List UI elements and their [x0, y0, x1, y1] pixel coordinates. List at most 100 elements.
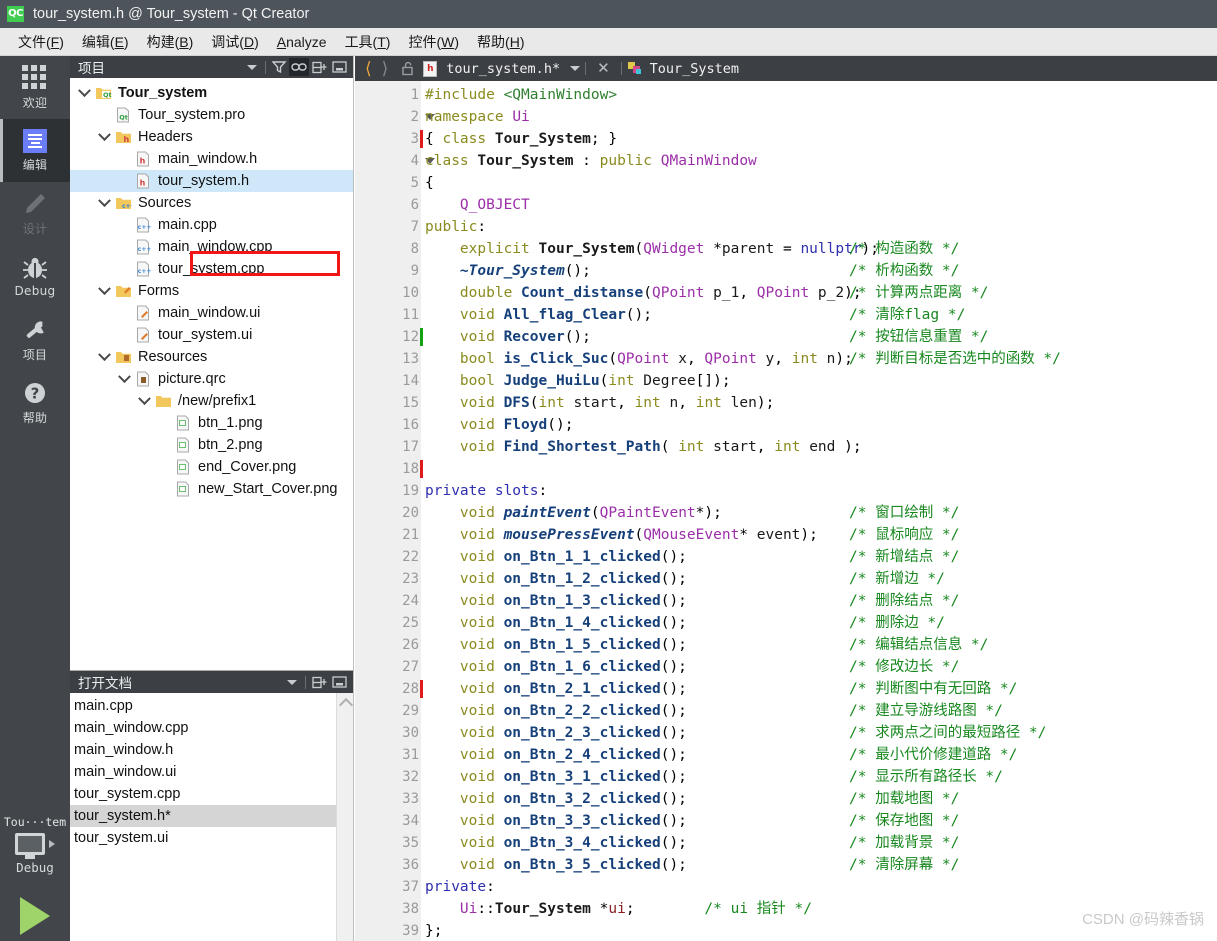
link-icon — [291, 63, 307, 71]
line-number-text: 6 — [410, 197, 419, 213]
tree-item-icon-wrap — [172, 481, 194, 497]
code-line: void on_Btn_2_3_clicked(); — [459, 725, 687, 741]
open-document-item[interactable]: tour_system.cpp — [70, 783, 353, 805]
line-number: 1 — [355, 84, 421, 106]
line-number-text: 5 — [410, 175, 419, 191]
tree-item-main-window-ui[interactable]: main_window.ui — [70, 302, 353, 324]
expander-chevron-down-icon[interactable] — [96, 193, 112, 208]
open-document-item[interactable]: tour_system.ui — [70, 827, 353, 849]
h-file-icon: h — [136, 173, 149, 189]
mode-button-edit[interactable]: 编辑 — [0, 119, 70, 182]
split-icon — [311, 676, 326, 688]
tree-item-main-cpp[interactable]: c++ main.cpp — [70, 214, 353, 236]
tree-item-main-window-cpp[interactable]: c++ main_window.cpp — [70, 236, 353, 258]
expander-chevron-down-icon[interactable] — [76, 83, 92, 98]
tree-item-btn-1-png[interactable]: btn_1.png — [70, 412, 353, 434]
tree-item-label: tour_system.cpp — [158, 261, 265, 277]
line-number-text: 20 — [402, 505, 419, 521]
line-number-text: 14 — [402, 373, 419, 389]
line-number-text: 22 — [402, 549, 419, 565]
project-panel-header: 项目 — [70, 56, 353, 78]
chevron-left-icon[interactable]: ⟨ — [361, 60, 376, 77]
open-document-item[interactable]: main_window.h — [70, 739, 353, 761]
menu-item-3[interactable]: 调试(D) — [202, 30, 267, 54]
open-document-item[interactable]: tour_system.h* — [70, 805, 353, 827]
open-documents-list[interactable]: main.cpp main_window.cpp main_window.h main… — [70, 693, 353, 941]
expander-chevron-down-icon[interactable] — [96, 127, 112, 142]
tree-item--new-prefix1[interactable]: /new/prefix1 — [70, 390, 353, 412]
mode-button-debug[interactable]: Debug — [0, 245, 70, 308]
tree-item-picture-qrc[interactable]: picture.qrc — [70, 368, 353, 390]
filter-icon — [271, 61, 287, 74]
code-area[interactable]: 1 2 3 4 5 6 7 8 9 10 11 12 13 14 15 16 17 18 19 20 21 22 23 24 2… — [355, 81, 1217, 941]
tree-item-tour-system-cpp[interactable]: c++ tour_system.cpp — [70, 258, 353, 280]
line-number: 38 — [355, 898, 421, 920]
tree-item-headers[interactable]: h Headers — [70, 126, 353, 148]
mode-button-help[interactable]: ? 帮助 — [0, 371, 70, 434]
line-number-text: 33 — [402, 791, 419, 807]
expander-chevron-down-icon[interactable] — [96, 281, 112, 296]
line-number: 7 — [355, 216, 421, 238]
dropdown-arrow[interactable] — [282, 673, 302, 691]
filter-button[interactable] — [269, 58, 289, 76]
menu-item-7[interactable]: 帮助(H) — [468, 30, 533, 54]
open-document-item[interactable]: main.cpp — [70, 695, 353, 717]
filter-dropdown-arrow[interactable] — [242, 58, 262, 76]
tree-item-tour-system-ui[interactable]: tour_system.ui — [70, 324, 353, 346]
menu-item-2[interactable]: 构建(B) — [138, 30, 203, 54]
code-comment: /* 清除屏幕 */ — [849, 857, 960, 873]
target-selector-button[interactable] — [15, 833, 55, 859]
menu-item-0[interactable]: 文件(F) — [9, 30, 73, 54]
close-icon[interactable]: ✕ — [597, 61, 610, 76]
mode-button-welcome[interactable]: 欢迎 — [0, 56, 70, 119]
expander-chevron-down-icon[interactable] — [136, 391, 152, 406]
open-documents-scrollbar[interactable] — [336, 693, 353, 941]
open-document-item[interactable]: main_window.cpp — [70, 717, 353, 739]
symbol-selector[interactable]: Tour_System — [650, 61, 739, 77]
comment-spacer — [849, 128, 1061, 150]
menu-item-1[interactable]: 编辑(E) — [73, 30, 138, 54]
code-comment: /* 判断图中有无回路 */ — [849, 681, 1018, 697]
tree-item-resources[interactable]: Resources — [70, 346, 353, 368]
tree-item-tour-system-pro[interactable]: Qt Tour_system.pro — [70, 104, 353, 126]
open-document-item[interactable]: main_window.ui — [70, 761, 353, 783]
code-content[interactable]: #include <QMainWindow> namespace Ui { clas… — [421, 81, 1217, 941]
chevron-down-icon — [97, 127, 111, 141]
tree-item-new-start-cover-png[interactable]: new_Start_Cover.png — [70, 478, 353, 500]
line-number-text: 15 — [402, 395, 419, 411]
tree-item-tour-system-h[interactable]: h tour_system.h — [70, 170, 353, 192]
expander-chevron-down-icon[interactable] — [96, 347, 112, 362]
svg-text:c++: c++ — [137, 246, 151, 253]
line-number: 25 — [355, 612, 421, 634]
split-button[interactable] — [309, 58, 329, 76]
tree-item-forms[interactable]: Forms — [70, 280, 353, 302]
tree-item-tour-system[interactable]: Qt Tour_system — [70, 82, 353, 104]
minimize-button[interactable] — [329, 58, 349, 76]
svg-text:c++: c++ — [137, 268, 151, 275]
sync-with-editor-button[interactable] — [289, 58, 309, 76]
project-tree[interactable]: Qt Tour_system Qt Tour_system.pro h Headers h m… — [70, 78, 353, 670]
code-line: void All_flag_Clear(); — [459, 307, 652, 323]
question-icon: ? — [25, 382, 45, 403]
chevron-right-icon[interactable]: ⟩ — [378, 60, 393, 77]
menu-item-5[interactable]: 工具(T) — [336, 30, 400, 54]
expander-chevron-down-icon[interactable] — [116, 369, 132, 384]
line-number-text: 18 — [402, 461, 419, 477]
tree-item-btn-2-png[interactable]: btn_2.png — [70, 434, 353, 456]
menu-item-4[interactable]: Analyze — [268, 32, 336, 52]
mode-button-projects[interactable]: 项目 — [0, 308, 70, 371]
play-triangle-icon[interactable] — [20, 897, 50, 935]
tree-item-label: end_Cover.png — [198, 459, 297, 475]
line-number-text: 21 — [402, 527, 419, 543]
split-button[interactable] — [309, 673, 329, 691]
unlock-icon[interactable] — [400, 61, 415, 76]
tree-item-end-cover-png[interactable]: end_Cover.png — [70, 456, 353, 478]
tree-item-main-window-h[interactable]: h main_window.h — [70, 148, 353, 170]
minimize-button[interactable] — [329, 673, 349, 691]
tree-item-sources[interactable]: c++ Sources — [70, 192, 353, 214]
bug-icon — [23, 257, 47, 279]
editor-file-name[interactable]: tour_system.h* — [446, 61, 560, 77]
chevron-down-icon[interactable] — [570, 66, 581, 71]
scroll-up-icon[interactable] — [340, 698, 350, 704]
menu-item-6[interactable]: 控件(W) — [399, 30, 468, 54]
